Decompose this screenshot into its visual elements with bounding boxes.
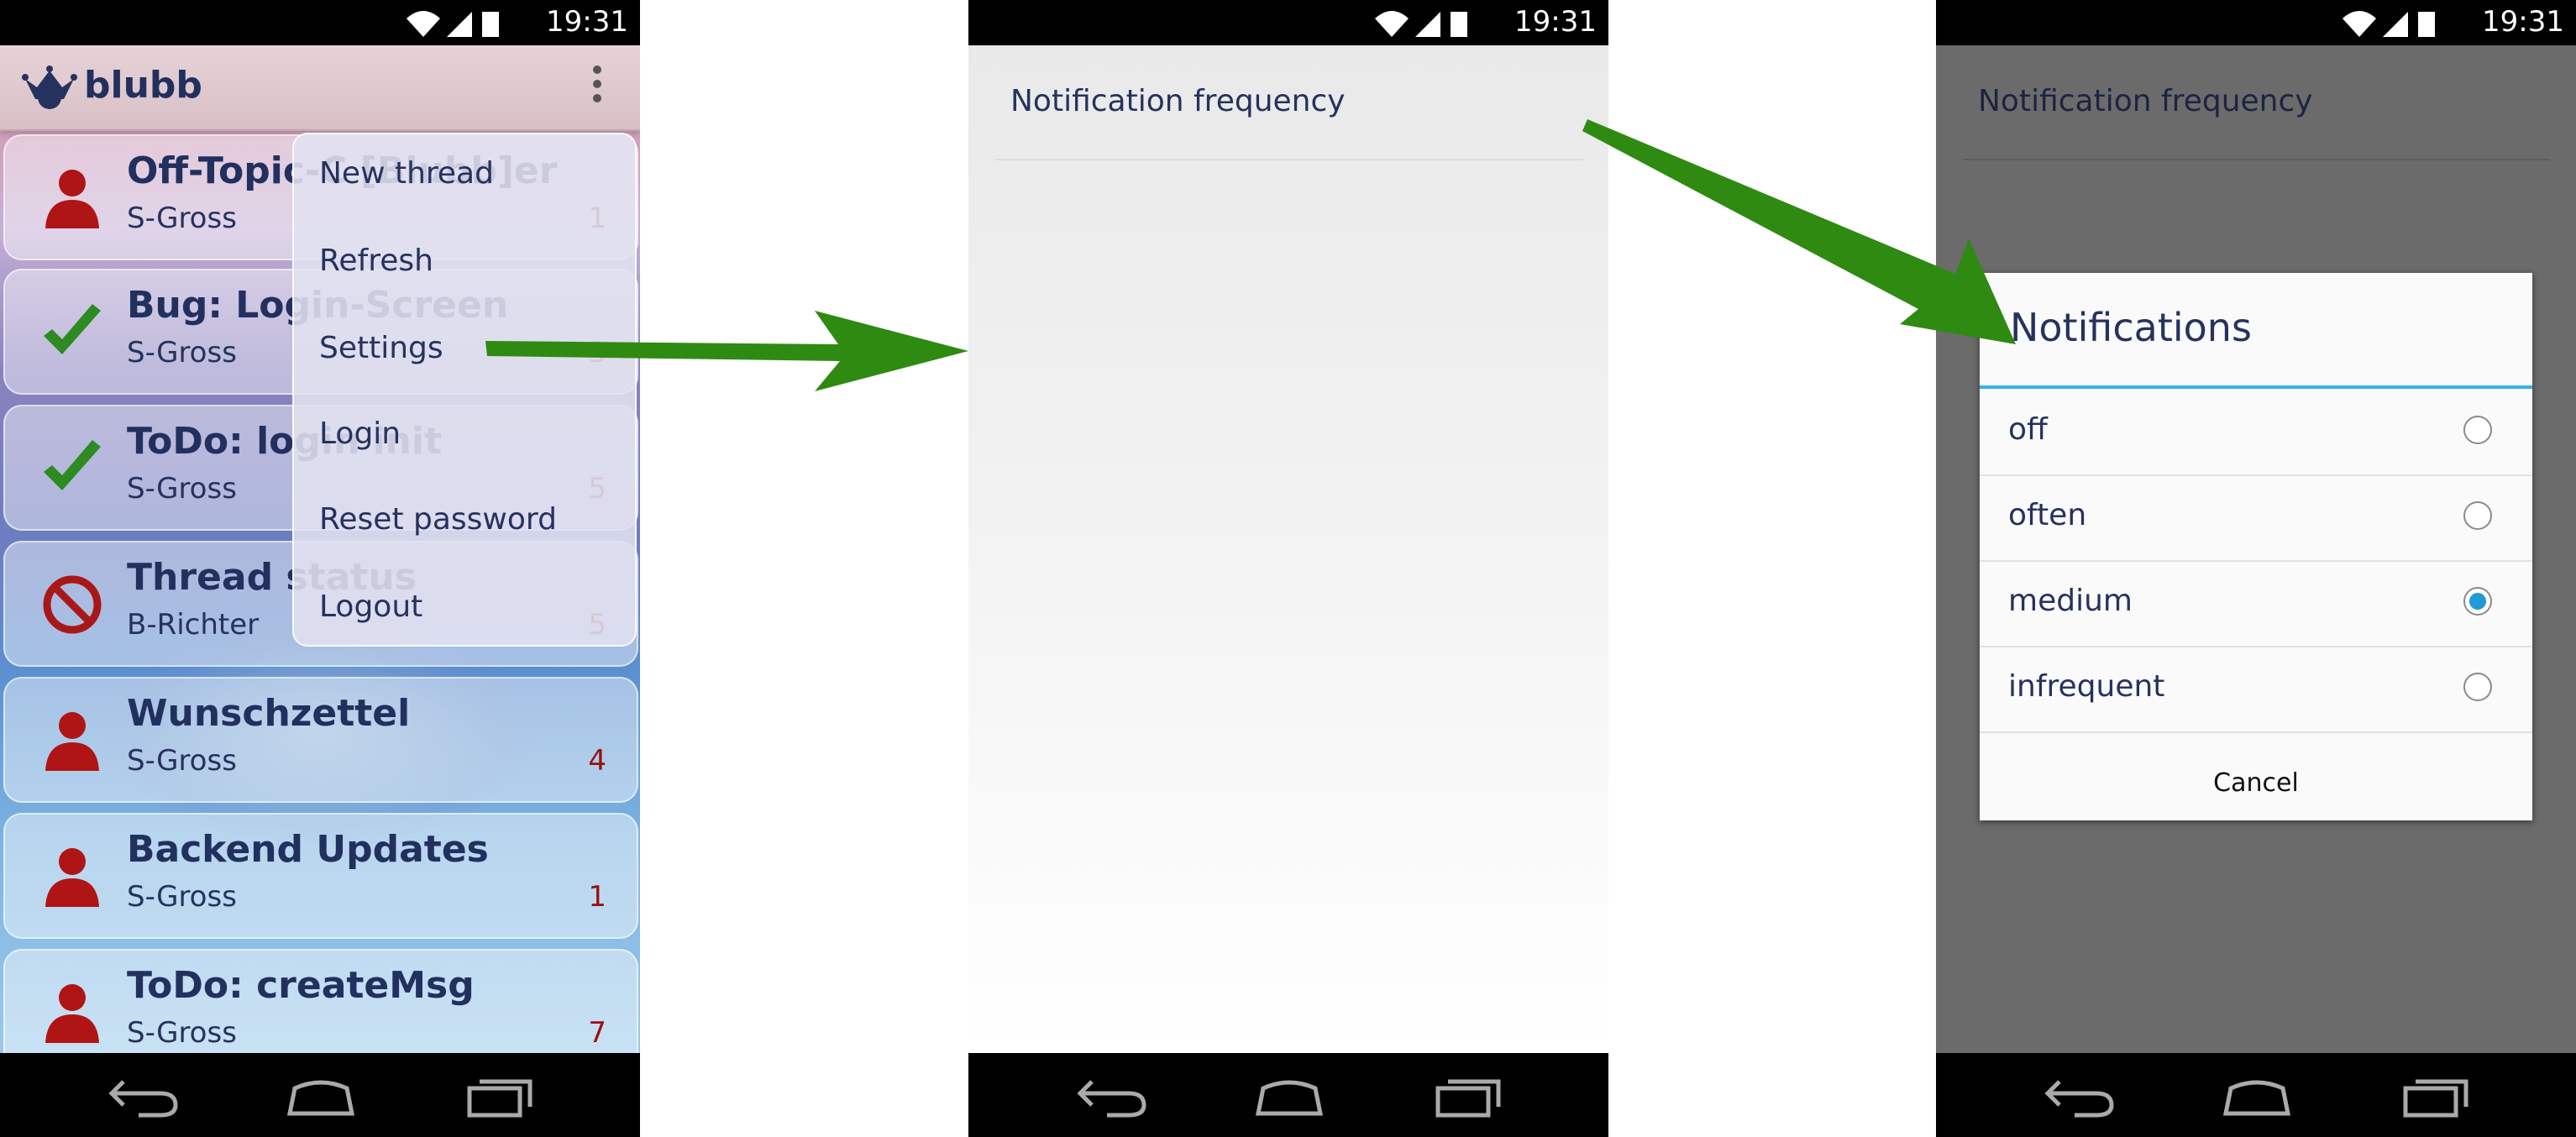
thread-author: S-Gross [127, 880, 237, 914]
action-bar: blubb [0, 45, 640, 131]
app-title: blubb [84, 64, 202, 107]
option-medium[interactable]: medium [1980, 560, 2532, 647]
checkmark-icon [44, 440, 101, 490]
thread-author: S-Gross [127, 336, 237, 369]
option-off[interactable]: off [1980, 389, 2532, 476]
thread-author: B-Richter [127, 608, 260, 642]
status-icons [407, 11, 499, 37]
cancel-button[interactable]: Cancel [1980, 747, 2532, 820]
thread-author: S-Gross [127, 472, 237, 506]
settings-background [968, 45, 1608, 1053]
notifications-dialog: Notifications off often medium infrequen… [1980, 273, 2532, 820]
clock: 19:31 [546, 5, 628, 39]
thread-count: 1 [588, 880, 606, 914]
menu-item-settings[interactable]: Settings [319, 331, 443, 365]
status-bar: 19:31 [1936, 0, 2576, 45]
thread-title: ToDo: createMsg [127, 964, 475, 1007]
divider [995, 159, 1583, 160]
home-icon[interactable] [2219, 1073, 2295, 1120]
radio-button[interactable] [2463, 501, 2492, 530]
recent-apps-icon[interactable] [2400, 1073, 2476, 1120]
status-bar: 19:31 [968, 0, 1608, 45]
menu-item-logout[interactable]: Logout [319, 589, 422, 624]
thread-title: Wunschzettel [127, 692, 411, 735]
radio-button[interactable] [2463, 416, 2492, 444]
thread-item[interactable]: Backend Updates S-Gross 1 [3, 813, 638, 939]
thread-author: S-Gross [127, 744, 237, 778]
option-label: often [2008, 498, 2087, 532]
person-icon [45, 848, 99, 907]
recent-apps-icon[interactable] [1433, 1073, 1508, 1120]
person-icon [45, 712, 99, 771]
thread-count: 7 [588, 1016, 606, 1050]
back-icon[interactable] [2041, 1073, 2117, 1120]
menu-item-refresh[interactable]: Refresh [319, 244, 433, 278]
person-icon [45, 984, 99, 1043]
preference-notification-frequency[interactable]: Notification frequency [1010, 84, 1346, 118]
checkmark-icon [44, 304, 101, 354]
clock: 19:31 [1514, 5, 1597, 39]
status-icons [2343, 11, 2435, 37]
menu-item-reset-password[interactable]: Reset password [319, 502, 557, 537]
person-icon [45, 170, 99, 228]
menu-item-new-thread[interactable]: New thread [319, 156, 494, 191]
radio-button-selected[interactable] [2463, 587, 2492, 616]
option-label: medium [2008, 584, 2133, 618]
status-icons [1375, 11, 1467, 37]
option-infrequent[interactable]: infrequent [1980, 646, 2532, 733]
screen-settings: 19:31 Notification frequency [968, 0, 1608, 1137]
screen-notification-dialog: 19:31 Notification frequency Notificatio… [1936, 0, 2576, 1137]
thread-item[interactable]: Wunschzettel S-Gross 4 [3, 677, 638, 803]
clock: 19:31 [2482, 5, 2564, 39]
navigation-bar [1936, 1053, 2576, 1137]
option-label: infrequent [2008, 669, 2165, 704]
navigation-bar [968, 1053, 1608, 1137]
recent-apps-icon[interactable] [464, 1073, 540, 1120]
thread-author: S-Gross [127, 1016, 237, 1050]
blocked-icon [43, 575, 102, 634]
dialog-title: Notifications [2010, 305, 2252, 350]
back-icon[interactable] [1073, 1073, 1149, 1120]
option-label: off [2008, 412, 2048, 447]
overflow-menu: New thread Refresh Settings Login Reset … [292, 133, 637, 647]
thread-title: Backend Updates [127, 828, 489, 871]
crown-logo-icon[interactable] [22, 60, 77, 116]
navigation-bar [0, 1053, 640, 1137]
overflow-menu-icon[interactable] [591, 65, 603, 111]
divider [1963, 159, 2551, 160]
thread-count: 4 [588, 744, 606, 778]
back-icon[interactable] [105, 1073, 181, 1120]
preference-notification-frequency: Notification frequency [1978, 84, 2313, 118]
home-icon[interactable] [1251, 1073, 1327, 1120]
screen-thread-list: 19:31 blubb Off-Topic-C [Blubb]er S-Gros… [0, 0, 640, 1137]
home-icon[interactable] [283, 1073, 359, 1120]
thread-author: S-Gross [127, 202, 237, 235]
option-often[interactable]: often [1980, 474, 2532, 562]
radio-button[interactable] [2463, 673, 2492, 701]
menu-item-login[interactable]: Login [319, 417, 401, 451]
status-bar: 19:31 [0, 0, 640, 45]
